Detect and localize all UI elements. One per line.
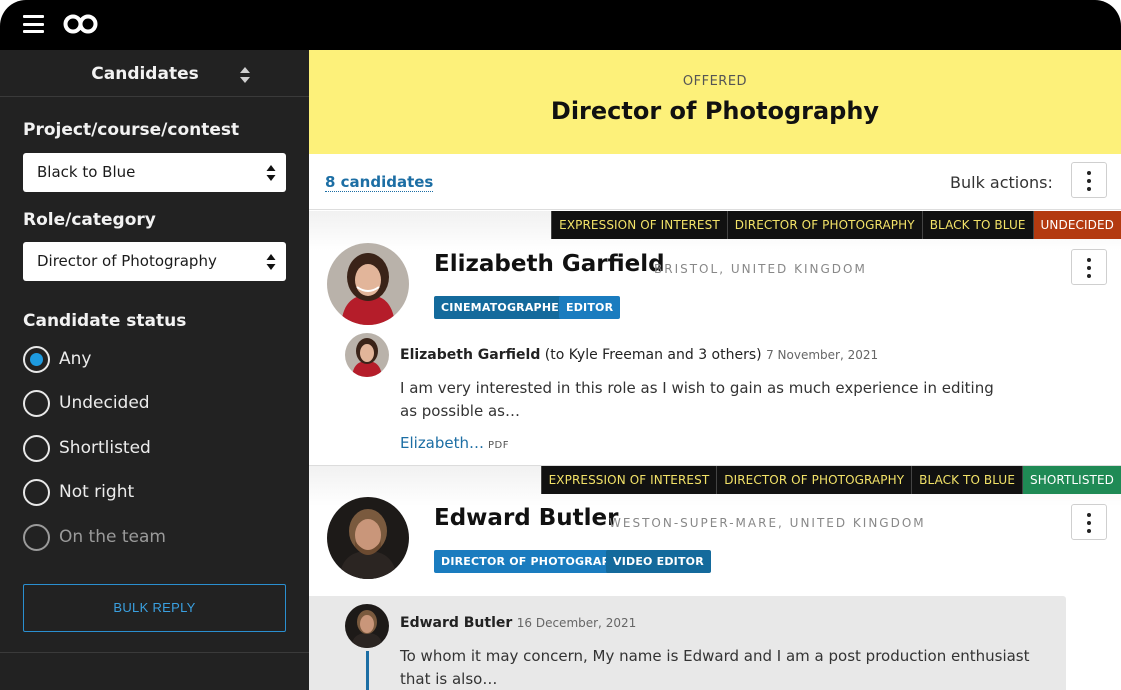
thread-line bbox=[366, 651, 369, 690]
status-option-on-the-team[interactable]: On the team bbox=[23, 524, 283, 552]
radio-button[interactable] bbox=[23, 479, 50, 506]
candidates-toolbar: 8 candidates Bulk actions: bbox=[309, 154, 1121, 210]
message-header: Edward Butler 16 December, 2021 bbox=[400, 615, 636, 631]
kebab-dot bbox=[1087, 258, 1091, 262]
avatar[interactable] bbox=[327, 497, 409, 579]
sidebar-divider bbox=[0, 652, 309, 653]
tag-project: BLACK TO BLUE bbox=[911, 466, 1023, 494]
message-body: To whom it may concern, My name is Edwar… bbox=[400, 647, 1030, 688]
status-option-shortlisted[interactable]: Shortlisted bbox=[23, 435, 283, 463]
avatar[interactable] bbox=[327, 243, 409, 325]
candidate-card[interactable]: EXPRESSION OF INTEREST DIRECTOR OF PHOTO… bbox=[309, 465, 1121, 690]
message-body: I am very interested in this role as I w… bbox=[400, 379, 994, 420]
select-arrows-icon bbox=[266, 254, 276, 270]
page-title: Director of Photography bbox=[550, 97, 880, 125]
radio-label: Any bbox=[59, 349, 92, 369]
role-select-value: Director of Photography bbox=[37, 252, 217, 270]
candidate-count-link[interactable]: 8 candidates bbox=[325, 173, 434, 192]
sidebar: Candidates Project/course/contest Black … bbox=[0, 50, 309, 690]
role-status: OFFERED bbox=[682, 74, 748, 89]
candidate-card[interactable]: EXPRESSION OF INTEREST DIRECTOR OF PHOTO… bbox=[309, 211, 1121, 464]
kebab-dot bbox=[1087, 274, 1091, 278]
attachment-link[interactable]: Elizabeth… PDF bbox=[400, 434, 509, 452]
skill-tag: EDITOR bbox=[559, 296, 621, 319]
kebab-dot bbox=[1087, 513, 1091, 517]
radio-button[interactable] bbox=[23, 435, 50, 462]
tag-application-type: EXPRESSION OF INTEREST bbox=[540, 466, 717, 494]
status-option-not-right[interactable]: Not right bbox=[23, 479, 283, 507]
message-author[interactable]: Elizabeth Garfield bbox=[400, 347, 540, 363]
top-bar bbox=[0, 0, 1121, 50]
logo-icon[interactable] bbox=[63, 13, 99, 35]
project-select-value: Black to Blue bbox=[37, 163, 136, 181]
message-header: Elizabeth Garfield (to Kyle Freeman and … bbox=[400, 347, 878, 363]
message-recipients: (to Kyle Freeman and 3 others) bbox=[544, 347, 762, 363]
project-label: Project/course/contest bbox=[23, 120, 240, 140]
candidate-tags: EXPRESSION OF INTEREST DIRECTOR OF PHOTO… bbox=[540, 466, 1121, 494]
kebab-dot bbox=[1087, 171, 1091, 175]
tag-application-type: EXPRESSION OF INTEREST bbox=[551, 211, 727, 239]
candidate-location: WESTON-SUPER-MARE, UNITED KINGDOM bbox=[609, 516, 926, 530]
status-badge: SHORTLISTED bbox=[1022, 466, 1121, 494]
message-avatar bbox=[345, 333, 389, 377]
status-label: Candidate status bbox=[23, 311, 187, 331]
role-select[interactable]: Director of Photography bbox=[23, 242, 286, 281]
status-option-undecided[interactable]: Undecided bbox=[23, 390, 283, 418]
tag-role: DIRECTOR OF PHOTOGRAPHY bbox=[716, 466, 912, 494]
radio-label: Shortlisted bbox=[59, 438, 151, 458]
bulk-actions-label: Bulk actions: bbox=[950, 173, 1053, 192]
skill-tag: DIRECTOR OF PHOTOGRAPHY bbox=[434, 550, 635, 573]
role-banner: OFFERED Director of Photography bbox=[309, 50, 1121, 154]
hamburger-menu-icon[interactable] bbox=[23, 15, 44, 33]
kebab-dot bbox=[1087, 521, 1091, 525]
kebab-dot bbox=[1087, 187, 1091, 191]
message-thread[interactable]: Edward Butler 16 December, 2021 To whom … bbox=[309, 596, 1066, 690]
bulk-reply-button[interactable]: BULK REPLY bbox=[23, 584, 286, 632]
status-option-any[interactable]: Any bbox=[23, 346, 283, 374]
radio-button[interactable] bbox=[23, 390, 50, 417]
skill-tag: VIDEO EDITOR bbox=[606, 550, 711, 573]
status-badge: UNDECIDED bbox=[1032, 211, 1121, 239]
message-author[interactable]: Edward Butler bbox=[400, 615, 512, 631]
message-avatar bbox=[345, 604, 389, 648]
bulk-actions-button[interactable] bbox=[1071, 162, 1107, 198]
candidate-actions-button[interactable] bbox=[1071, 504, 1107, 540]
tag-project: BLACK TO BLUE bbox=[921, 211, 1033, 239]
select-arrows-icon bbox=[266, 165, 276, 181]
app-window: Candidates Project/course/contest Black … bbox=[0, 0, 1121, 690]
main-panel: OFFERED Director of Photography 8 candid… bbox=[309, 50, 1121, 690]
attachment-type: PDF bbox=[488, 440, 510, 451]
message-date: 16 December, 2021 bbox=[516, 616, 637, 630]
candidate-name[interactable]: Edward Butler bbox=[434, 505, 618, 531]
message-date: 7 November, 2021 bbox=[766, 348, 879, 362]
radio-label: Not right bbox=[59, 482, 135, 502]
radio-button[interactable] bbox=[23, 524, 50, 551]
radio-label: Undecided bbox=[59, 393, 150, 413]
candidate-tags: EXPRESSION OF INTEREST DIRECTOR OF PHOTO… bbox=[551, 211, 1121, 239]
project-select[interactable]: Black to Blue bbox=[23, 153, 286, 192]
candidate-actions-button[interactable] bbox=[1071, 249, 1107, 285]
tag-role: DIRECTOR OF PHOTOGRAPHY bbox=[726, 211, 922, 239]
sidebar-header[interactable]: Candidates bbox=[0, 50, 309, 97]
kebab-dot bbox=[1087, 529, 1091, 533]
attachment-name: Elizabeth… bbox=[400, 434, 485, 452]
candidate-name[interactable]: Elizabeth Garfield bbox=[434, 251, 665, 277]
skill-tag: CINEMATOGRAPHER bbox=[434, 296, 575, 319]
sort-arrows-icon[interactable] bbox=[239, 65, 251, 85]
radio-button[interactable] bbox=[23, 346, 50, 373]
role-label: Role/category bbox=[23, 210, 156, 230]
kebab-dot bbox=[1087, 179, 1091, 183]
candidate-location: BRISTOL, UNITED KINGDOM bbox=[654, 262, 867, 276]
kebab-dot bbox=[1087, 266, 1091, 270]
radio-label: On the team bbox=[59, 527, 166, 547]
